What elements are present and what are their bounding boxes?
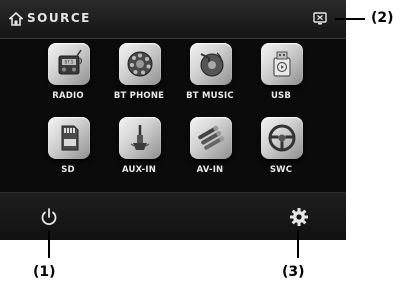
- source-label: AV-IN: [196, 165, 224, 175]
- callout-label-3: (3): [282, 264, 305, 280]
- steering-wheel-icon: [268, 124, 296, 152]
- radio-icon: 87.5: [58, 49, 83, 75]
- home-icon[interactable]: [9, 12, 23, 26]
- source-label: RADIO: [52, 91, 84, 101]
- sd-card-icon: [61, 125, 79, 151]
- radio-tile: 87.5: [48, 43, 90, 85]
- source-label: SWC: [269, 165, 293, 175]
- bt-music-tile: [190, 43, 232, 85]
- callout-label-2: (2): [371, 10, 394, 26]
- source-radio-button[interactable]: 87.5 RADIO: [28, 40, 108, 114]
- bt-music-icon: [200, 52, 224, 77]
- aux-in-icon: [130, 125, 150, 150]
- av-in-tile: [190, 117, 232, 159]
- callout-label-1: (1): [33, 264, 56, 280]
- callout-line-1: [48, 230, 50, 258]
- bt-phone-icon: [127, 51, 153, 77]
- screen-toggle-icon[interactable]: [313, 12, 327, 25]
- source-swc-button[interactable]: SWC: [241, 114, 321, 188]
- usb-tile: [261, 43, 303, 85]
- gear-icon[interactable]: [288, 206, 310, 228]
- source-aux-in-button[interactable]: AUX-IN: [99, 114, 179, 188]
- svg-text:87.5: 87.5: [65, 60, 74, 65]
- footer-bar: [0, 192, 346, 240]
- source-bt-music-button[interactable]: BT MUSIC: [170, 40, 250, 114]
- source-label: USB: [270, 91, 292, 101]
- power-icon[interactable]: [38, 206, 60, 228]
- source-sd-button[interactable]: SD: [28, 114, 108, 188]
- source-label: BT MUSIC: [186, 91, 234, 101]
- page-title: SOURCE: [27, 11, 91, 25]
- callout-line-2: [335, 18, 365, 20]
- source-screen: SOURCE 87.5 RADIO BT PHONE BT MUSIC USB …: [0, 0, 346, 240]
- source-label: AUX-IN: [121, 165, 157, 175]
- header-bar: SOURCE: [0, 0, 346, 39]
- av-in-icon: [198, 125, 225, 150]
- source-grid: 87.5 RADIO BT PHONE BT MUSIC USB SD AUX-…: [0, 40, 346, 190]
- usb-icon: [273, 51, 291, 77]
- source-label: SD: [61, 165, 75, 175]
- sd-tile: [48, 117, 90, 159]
- bt-phone-tile: [119, 43, 161, 85]
- source-usb-button[interactable]: USB: [241, 40, 321, 114]
- swc-tile: [261, 117, 303, 159]
- source-bt-phone-button[interactable]: BT PHONE: [99, 40, 179, 114]
- source-label: BT PHONE: [113, 91, 165, 101]
- callout-line-3: [297, 230, 299, 258]
- aux-in-tile: [119, 117, 161, 159]
- source-av-in-button[interactable]: AV-IN: [170, 114, 250, 188]
